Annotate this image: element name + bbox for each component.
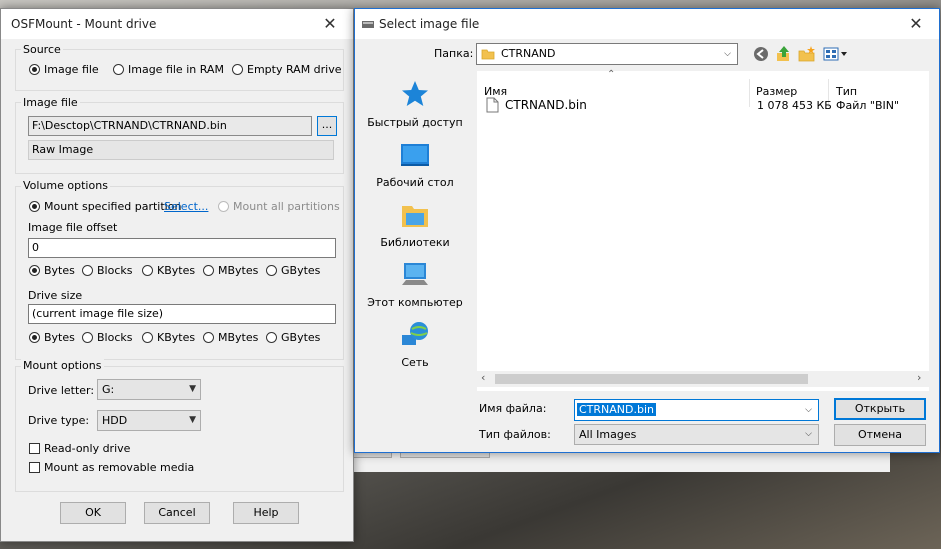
size-unit-bytes[interactable]: Bytes — [29, 331, 75, 344]
scroll-right-icon[interactable]: › — [917, 371, 921, 384]
osf-title: OSFMount - Mount drive — [11, 17, 157, 31]
folder-select[interactable]: CTRNAND ⌵ — [476, 43, 738, 65]
new-folder-icon[interactable] — [798, 45, 816, 66]
mount-specified-radio[interactable]: Mount specified partition — [29, 200, 181, 213]
folder-value: CTRNAND — [501, 47, 556, 60]
place-label: Рабочий стол — [376, 176, 454, 189]
select-partition-link[interactable]: Select... — [164, 200, 208, 213]
osfmount-window: OSFMount - Mount drive ✕ Source Image fi… — [0, 8, 354, 542]
chevron-down-icon[interactable]: ⌵ — [805, 400, 812, 420]
mount-options-label: Mount options — [21, 359, 104, 372]
filetype-label: Тип файлов: — [479, 428, 551, 441]
folder-icon — [481, 47, 495, 68]
volume-label: Volume options — [21, 179, 110, 192]
filename-label: Имя файла: — [479, 402, 547, 415]
drive-size-input[interactable]: (current image file size) — [28, 304, 336, 324]
file-list: ⌃ — [477, 69, 929, 391]
offset-unit-mbytes[interactable]: MBytes — [203, 264, 258, 277]
dialog-app-icon — [361, 17, 375, 34]
place-network[interactable]: Сеть — [355, 321, 475, 369]
source-image-ram-radio[interactable]: Image file in RAM — [113, 63, 224, 76]
osf-titlebar: OSFMount - Mount drive ✕ — [1, 9, 353, 39]
offset-unit-blocks[interactable]: Blocks — [82, 264, 132, 277]
filename-value: CTRNAND.bin — [577, 403, 657, 416]
dialog-title: Select image file — [379, 17, 480, 31]
mount-all-radio[interactable]: Mount all partitions — [218, 200, 340, 213]
scroll-left-icon[interactable]: ‹ — [481, 371, 485, 384]
star-icon — [402, 81, 428, 106]
browse-button[interactable]: ... — [317, 116, 337, 136]
chevron-down-icon: ⌵ — [724, 49, 731, 59]
place-label: Этот компьютер — [367, 296, 463, 309]
cancel-button[interactable]: Cancel — [144, 502, 210, 524]
chevron-down-icon: ▼ — [189, 415, 196, 425]
desktop-icon — [401, 144, 429, 166]
source-label: Source — [21, 43, 63, 56]
offset-input[interactable]: 0 — [28, 238, 336, 258]
browse-label: ... — [321, 118, 333, 131]
image-type-field: Raw Image — [28, 140, 334, 160]
back-icon[interactable] — [753, 46, 769, 65]
sort-arrow-icon: ⌃ — [607, 69, 616, 80]
removable-checkbox[interactable]: Mount as removable media — [29, 461, 194, 474]
size-unit-kbytes[interactable]: KBytes — [142, 331, 195, 344]
place-libraries[interactable]: Библиотеки — [355, 201, 475, 249]
select-file-dialog: Select image file ✕ Папка: CTRNAND ⌵ Быс… — [354, 8, 940, 453]
place-label: Библиотеки — [380, 236, 450, 249]
close-icon[interactable]: ✕ — [307, 9, 353, 39]
image-path-field[interactable]: F:\Desctop\CTRNAND\CTRNAND.bin — [28, 116, 312, 136]
offset-unit-kbytes[interactable]: KBytes — [142, 264, 195, 277]
file-name: CTRNAND.bin — [505, 98, 587, 112]
place-label: Сеть — [401, 356, 429, 369]
ok-button[interactable]: OK — [60, 502, 126, 524]
help-button[interactable]: Help — [233, 502, 299, 524]
file-icon — [486, 97, 499, 116]
view-menu-icon[interactable] — [823, 46, 849, 65]
computer-icon — [402, 263, 428, 285]
chevron-down-icon: ⌵ — [805, 429, 812, 439]
close-icon[interactable]: ✕ — [893, 9, 939, 39]
image-file-group — [15, 102, 344, 174]
place-quick-access[interactable]: Быстрый доступ — [355, 79, 475, 129]
filename-input[interactable]: CTRNAND.bin ⌵ — [574, 399, 819, 421]
network-icon — [402, 322, 428, 345]
places-bar: Быстрый доступ Рабочий стол Библиотеки Э… — [355, 71, 476, 391]
place-this-pc[interactable]: Этот компьютер — [355, 261, 475, 309]
scrollbar-thumb[interactable] — [495, 374, 808, 384]
file-row[interactable]: CTRNAND.bin 1 078 453 КБ Файл "BIN" — [484, 97, 924, 115]
drive-size-label: Drive size — [28, 289, 83, 302]
file-size: 1 078 453 КБ — [757, 99, 832, 112]
size-unit-mbytes[interactable]: MBytes — [203, 331, 258, 344]
source-empty-ram-radio[interactable]: Empty RAM drive — [232, 63, 342, 76]
dialog-cancel-button[interactable]: Отмена — [834, 424, 926, 446]
filetype-select[interactable]: All Images ⌵ — [574, 424, 819, 445]
image-file-label: Image file — [21, 96, 80, 109]
open-button[interactable]: Открыть — [834, 398, 926, 420]
source-image-file-radio[interactable]: Image file — [29, 63, 99, 76]
dialog-titlebar: Select image file ✕ — [355, 9, 939, 39]
place-label: Быстрый доступ — [367, 116, 463, 129]
size-unit-gbytes[interactable]: GBytes — [266, 331, 320, 344]
drive-type-select[interactable]: HDD ▼ — [97, 410, 201, 431]
libraries-icon — [402, 206, 428, 227]
horizontal-scrollbar[interactable]: ‹ › — [477, 371, 929, 387]
folder-label: Папка: — [434, 47, 474, 60]
file-type: Файл "BIN" — [836, 99, 900, 112]
drive-letter-select[interactable]: G: ▼ — [97, 379, 201, 400]
offset-label: Image file offset — [28, 221, 118, 234]
size-unit-blocks[interactable]: Blocks — [82, 331, 132, 344]
filetype-value: All Images — [579, 428, 637, 441]
up-folder-icon[interactable] — [775, 45, 793, 66]
drive-type-label: Drive type: — [28, 414, 90, 427]
chevron-down-icon: ▼ — [189, 384, 196, 394]
offset-unit-gbytes[interactable]: GBytes — [266, 264, 320, 277]
readonly-checkbox[interactable]: Read-only drive — [29, 442, 130, 455]
offset-unit-bytes[interactable]: Bytes — [29, 264, 75, 277]
place-desktop[interactable]: Рабочий стол — [355, 141, 475, 189]
drive-letter-label: Drive letter: — [28, 384, 95, 397]
